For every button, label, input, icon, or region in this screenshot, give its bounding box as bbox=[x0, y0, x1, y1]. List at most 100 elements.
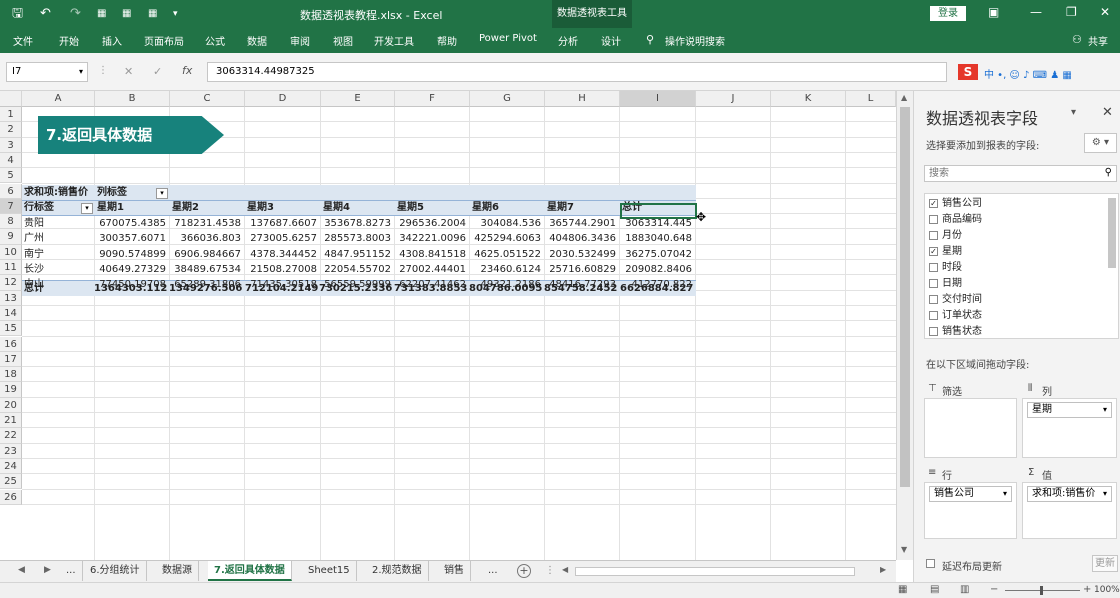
checkbox-icon[interactable] bbox=[929, 326, 938, 336]
chevron-down-icon[interactable]: ▾ bbox=[1003, 487, 1007, 501]
zoom-out-icon[interactable]: − bbox=[990, 584, 998, 595]
rows-field-chip[interactable]: 销售公司 ▾ bbox=[929, 486, 1012, 502]
tab-review[interactable]: 审阅 bbox=[290, 33, 310, 48]
row-header[interactable]: 21 bbox=[0, 413, 22, 429]
pivot-value-cell[interactable]: 4625.051522 bbox=[469, 247, 541, 262]
pivot-value-cell[interactable]: 718231.4538 bbox=[169, 216, 241, 231]
scroll-left-icon[interactable]: ◀ bbox=[18, 565, 25, 575]
pivot-row-name[interactable]: 长沙 bbox=[24, 262, 44, 277]
search-input[interactable] bbox=[925, 166, 1085, 181]
checkbox-icon[interactable] bbox=[929, 262, 938, 272]
close-icon[interactable]: ✕ bbox=[1102, 105, 1113, 120]
pivot-value-cell[interactable]: 1883040.648 bbox=[620, 231, 692, 246]
column-header[interactable]: D bbox=[245, 91, 321, 107]
row-header[interactable]: 12 bbox=[0, 275, 22, 291]
pivot-total-cell[interactable]: 712104.2149 bbox=[245, 281, 318, 296]
scrollbar-thumb[interactable] bbox=[900, 107, 910, 487]
select-all-corner[interactable] bbox=[0, 91, 22, 107]
pivot-total-cell[interactable]: 1364303.112 bbox=[94, 281, 167, 296]
column-header[interactable]: A bbox=[22, 91, 95, 107]
checkbox-checked-icon[interactable]: ✓ bbox=[929, 246, 938, 256]
sheet-tab[interactable]: 2.规范数据 bbox=[366, 561, 429, 581]
pivot-total-cell[interactable]: 731383.8853 bbox=[394, 281, 467, 296]
row-header[interactable]: 7 bbox=[0, 198, 22, 215]
tab-design[interactable]: 设计 bbox=[601, 33, 621, 48]
scroll-down-icon[interactable]: ▼ bbox=[901, 545, 907, 554]
pivot-value-cell[interactable]: 25716.60829 bbox=[544, 262, 616, 277]
sheet-tab[interactable]: Sheet15 bbox=[302, 561, 357, 581]
tab-home[interactable]: 开始 bbox=[59, 33, 79, 48]
field-item[interactable]: 销售状态 bbox=[929, 324, 982, 339]
field-item[interactable]: 日期 bbox=[929, 276, 962, 291]
pivot-total-cell[interactable]: 730215.2336 bbox=[319, 281, 392, 296]
row-filter-dropdown[interactable]: ▾ bbox=[81, 203, 93, 214]
tab-developer[interactable]: 开发工具 bbox=[374, 33, 414, 48]
pivot-value-cell[interactable]: 9090.574899 bbox=[94, 247, 166, 262]
sheet-tab[interactable]: 6.分组统计 bbox=[84, 561, 147, 581]
row-header[interactable]: 1 bbox=[0, 107, 22, 123]
pivot-value-cell[interactable]: 22054.55702 bbox=[319, 262, 391, 277]
tab-view[interactable]: 视图 bbox=[333, 33, 353, 48]
share-button[interactable]: 共享 bbox=[1088, 33, 1108, 48]
pivot-value-cell[interactable]: 670075.4385 bbox=[94, 216, 166, 231]
sheet-tab[interactable]: 销售 bbox=[438, 561, 471, 581]
field-search-box[interactable]: ⚲ bbox=[924, 165, 1117, 182]
gear-icon[interactable]: ⚙ ▾ bbox=[1084, 133, 1117, 153]
tell-me-box[interactable]: 操作说明搜索 bbox=[665, 33, 725, 48]
horizontal-scrollbar[interactable] bbox=[575, 567, 855, 576]
columns-field-chip[interactable]: 星期 ▾ bbox=[1027, 402, 1112, 418]
undo-icon[interactable]: ↶ bbox=[40, 5, 51, 23]
field-item[interactable]: 月份 bbox=[929, 228, 962, 243]
field-item[interactable]: ✓ 星期 bbox=[929, 244, 962, 259]
cancel-icon[interactable]: ✕ bbox=[124, 65, 133, 78]
pivot-value-cell[interactable]: 40649.27329 bbox=[94, 262, 166, 277]
pivot-value-cell[interactable]: 353678.8273 bbox=[319, 216, 391, 231]
update-button[interactable]: 更新 bbox=[1092, 555, 1118, 572]
function-icon[interactable]: fx bbox=[182, 64, 192, 77]
column-header[interactable]: J bbox=[696, 91, 771, 107]
column-header[interactable]: L bbox=[846, 91, 896, 107]
checkbox-icon[interactable] bbox=[929, 230, 938, 240]
row-header[interactable]: 13 bbox=[0, 290, 22, 306]
checkbox-icon[interactable] bbox=[929, 278, 938, 288]
hscroll-right-icon[interactable]: ▶ bbox=[880, 565, 886, 574]
page-layout-icon[interactable]: ▤ bbox=[930, 584, 939, 595]
pivot-value-cell[interactable]: 21508.27008 bbox=[245, 262, 317, 277]
rows-drop-area[interactable]: 销售公司 ▾ bbox=[924, 482, 1017, 539]
pivot-value-cell[interactable]: 300357.6071 bbox=[94, 231, 166, 246]
formula-input[interactable]: 3063314.44987325 bbox=[207, 62, 947, 82]
pivot-value-cell[interactable]: 4378.344452 bbox=[245, 247, 317, 262]
field-item[interactable]: 时段 bbox=[929, 260, 962, 275]
customize-quick-access-icon[interactable]: ▾ bbox=[173, 5, 178, 23]
pivot-value-cell[interactable]: 36275.07042 bbox=[620, 247, 692, 262]
vertical-scrollbar[interactable]: ▲ ▼ bbox=[896, 91, 913, 560]
scroll-up-icon[interactable]: ▲ bbox=[901, 93, 907, 102]
row-header[interactable]: 9 bbox=[0, 229, 22, 245]
pivot-value-cell[interactable]: 137687.6607 bbox=[245, 216, 317, 231]
field-item[interactable]: ✓ 销售公司 bbox=[929, 196, 982, 211]
row-header[interactable]: 23 bbox=[0, 443, 22, 459]
page-break-icon[interactable]: ▥ bbox=[960, 584, 969, 595]
pivot-row-name[interactable]: 南宁 bbox=[24, 247, 44, 262]
splitter-icon[interactable]: ⋮ bbox=[545, 565, 555, 576]
row-header[interactable]: 19 bbox=[0, 382, 22, 398]
pivot-value-cell[interactable]: 2030.532499 bbox=[544, 247, 616, 262]
ribbon-display-icon[interactable]: ▣ bbox=[988, 5, 999, 19]
tab-help[interactable]: 帮助 bbox=[437, 33, 457, 48]
scroll-right-icon[interactable]: ▶ bbox=[44, 565, 51, 575]
column-header[interactable]: K bbox=[771, 91, 846, 107]
row-header[interactable]: 17 bbox=[0, 351, 22, 368]
enter-icon[interactable]: ✓ bbox=[153, 65, 162, 78]
row-header[interactable]: 2 bbox=[0, 122, 22, 138]
minimize-icon[interactable]: — bbox=[1030, 5, 1042, 19]
column-header-selected[interactable]: I bbox=[620, 91, 696, 107]
tab-page-layout[interactable]: 页面布局 bbox=[144, 33, 184, 48]
pivot-value-cell[interactable]: 27002.44401 bbox=[394, 262, 466, 277]
pivot-value-cell[interactable]: 23460.6124 bbox=[469, 262, 541, 277]
column-header[interactable]: E bbox=[321, 91, 395, 107]
quick-access-item-1[interactable]: ▦ bbox=[97, 5, 106, 23]
row-header[interactable]: 8 bbox=[0, 214, 22, 230]
column-header[interactable]: C bbox=[170, 91, 245, 107]
restore-icon[interactable]: ❐ bbox=[1066, 5, 1077, 19]
ime-logo-icon[interactable]: S bbox=[958, 64, 978, 80]
